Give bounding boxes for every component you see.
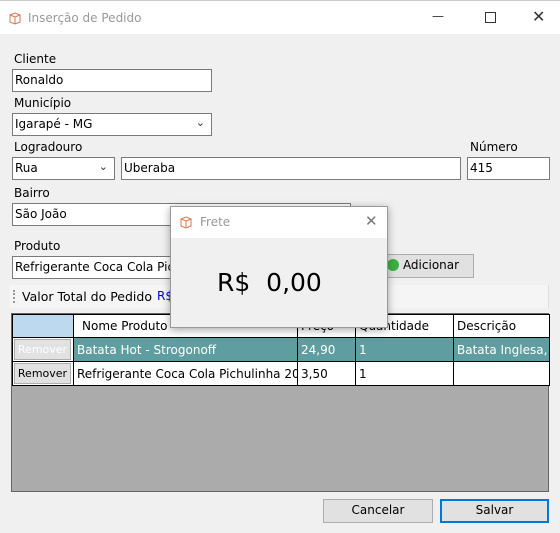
frete-dialog: Frete ✕ R$ 0,00 — [170, 206, 388, 328]
produto-label: Produto — [14, 239, 61, 253]
dialog-title-bar: Frete ✕ — [171, 207, 387, 238]
remover-button[interactable]: Remover — [14, 339, 71, 360]
remover-cell: Remover — [12, 361, 74, 386]
cancel-button[interactable]: Cancelar — [323, 499, 433, 523]
preco-cell[interactable]: 24,90 — [297, 337, 356, 362]
maximize-button[interactable] — [485, 12, 496, 23]
nome-cell[interactable]: Refrigerante Coca Cola Pichulinha 200ml — [73, 361, 298, 386]
dialog-close-button[interactable]: ✕ — [365, 212, 378, 230]
numero-input[interactable]: 415 — [467, 157, 550, 180]
remover-button[interactable]: Remover — [14, 363, 71, 384]
adicionar-label: Adicionar — [402, 258, 460, 272]
descricao-cell[interactable]: Batata Inglesa, ... — [453, 337, 550, 362]
municipio-label: Município — [14, 96, 72, 110]
logradouro-tipo-select[interactable]: Rua ⌄ — [12, 157, 115, 180]
bairro-label: Bairro — [14, 186, 50, 200]
table-row[interactable]: Remover Batata Hot - Strogonoff 24,90 1 … — [12, 337, 550, 362]
dialog-title: Frete — [200, 215, 231, 229]
cliente-label: Cliente — [14, 52, 57, 66]
grip-icon — [13, 290, 15, 303]
box-icon — [9, 12, 21, 25]
row-header-corner — [12, 314, 74, 338]
quantidade-cell[interactable]: 1 — [355, 361, 454, 386]
title-bar: Inserção de Pedido — ✕ — [0, 0, 560, 34]
table-row[interactable]: Remover Refrigerante Coca Cola Pichulinh… — [12, 361, 550, 386]
chevron-down-icon: ⌄ — [98, 160, 108, 173]
window-title: Inserção de Pedido — [28, 11, 142, 25]
remover-cell: Remover — [12, 337, 74, 362]
cliente-input[interactable]: Ronaldo — [12, 69, 212, 92]
municipio-value: Igarapé - MG — [15, 117, 93, 131]
logradouro-input[interactable]: Uberaba — [121, 157, 461, 180]
total-label: Valor Total do Pedido — [22, 289, 152, 304]
preco-cell[interactable]: 3,50 — [297, 361, 356, 386]
logradouro-tipo-value: Rua — [15, 161, 38, 175]
municipio-select[interactable]: Igarapé - MG ⌄ — [12, 113, 212, 136]
quantidade-cell[interactable]: 1 — [355, 337, 454, 362]
chevron-down-icon: ⌄ — [195, 116, 205, 129]
col-header-descricao[interactable]: Descrição — [453, 314, 550, 338]
save-button[interactable]: Salvar — [440, 499, 549, 523]
logradouro-label: Logradouro — [14, 140, 83, 154]
numero-label: Número — [470, 140, 518, 154]
box-icon — [180, 216, 192, 229]
close-button[interactable]: ✕ — [532, 7, 545, 26]
minimize-button[interactable]: — — [432, 9, 444, 23]
add-icon — [386, 259, 399, 271]
nome-cell[interactable]: Batata Hot - Strogonoff — [73, 337, 298, 362]
items-grid: Nome Produto Preço Quantidade Descrição … — [11, 313, 550, 492]
descricao-cell[interactable] — [453, 361, 550, 386]
frete-value: R$ 0,00 — [217, 268, 322, 297]
